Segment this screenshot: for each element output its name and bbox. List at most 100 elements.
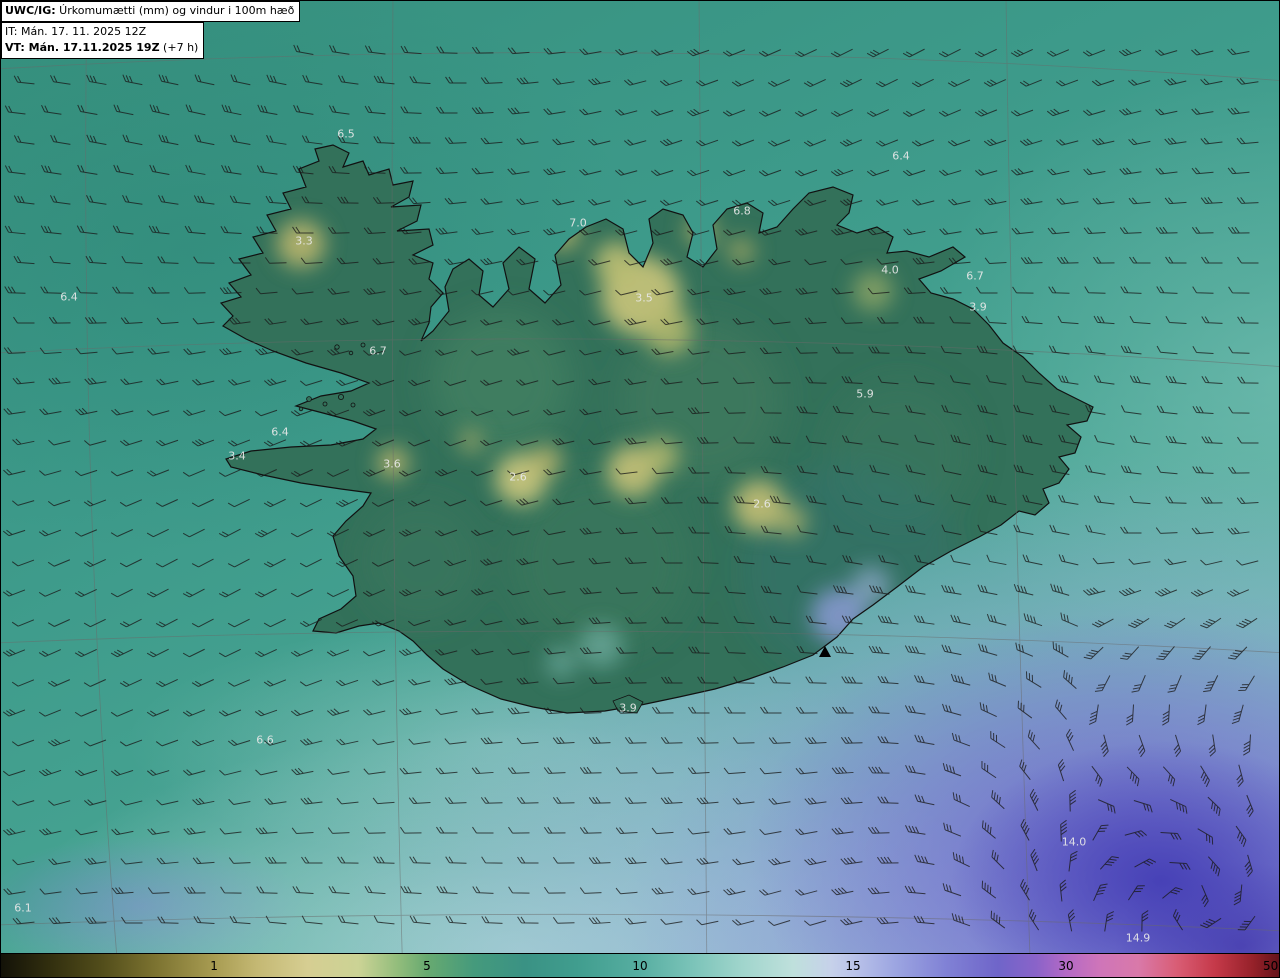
wind-barb-icon [723,348,746,355]
wind-barb-icon [301,196,323,204]
weather-map: 6.5 6.4 7.0 6.8 3.3 4.0 6.7 3.9 3.5 6.4 6.7 5.9 6.4 3… [0,0,1280,978]
wind-barb-icon [479,439,503,447]
wind-barb-icon [398,409,422,417]
wind-barb-icon [1197,828,1214,845]
wind-barb-icon [400,45,422,55]
wind-barb-icon [905,825,926,835]
wind-barb-icon [579,827,602,834]
wind-barb-icon [1085,524,1106,535]
map-title: Úrkomumætti (mm) og vindur i 100m hæð [55,4,295,17]
wind-barb-icon [155,558,178,568]
wind-barb-icon [1191,167,1214,175]
wind-barb-icon [767,79,790,87]
wind-barb-icon [759,889,782,896]
wind-barb-icon [155,499,178,507]
wind-barb-icon [147,828,170,835]
wind-barb-icon [1052,641,1069,658]
wind-barb-icon [1155,49,1178,56]
wind-barb-icon [1092,197,1115,205]
wind-barb-icon [507,589,530,596]
wind-barb-icon [731,79,755,87]
wind-barb-icon [733,436,755,444]
wind-barb-icon [149,104,170,116]
wind-barb-icon [1120,465,1142,475]
wind-barb-icon [652,646,674,654]
wind-barb-icon [986,613,1007,626]
wind-barb-icon [768,376,791,384]
wind-barb-icon [1010,109,1034,117]
wind-barb-icon [768,258,791,266]
wind-barb-icon [990,731,1006,749]
wind-barb-icon [74,588,97,598]
wind-barb-icon [192,797,215,806]
wind-barb-icon [480,678,503,685]
wind-barb-icon [182,648,205,658]
wind-barb-icon [264,378,287,386]
wind-barb-icon [759,828,782,835]
wind-barb-icon [364,45,386,55]
wind-barb-icon [191,679,214,687]
wind-barb-icon [1120,646,1140,660]
wind-barb-icon [588,856,611,864]
wind-barb-icon [299,380,323,386]
wind-barb-icon [588,617,611,625]
wind-barb-icon [336,738,359,746]
wind-barb-icon [624,676,647,684]
wind-barb-icon [1093,315,1115,325]
wind-barb-icon [803,78,826,88]
wind-barb-icon [335,679,359,687]
wind-barb-icon [183,348,206,355]
wind-barb-icon [218,528,241,538]
wind-barb-icon [797,525,818,535]
wind-barb-icon [122,134,143,146]
wind-barb-icon [911,139,935,147]
wind-barb-icon [1173,734,1182,758]
time-lines: IT: Mán. 17. 11. 2025 12Z VT: Mán. 17.11… [1,21,205,59]
wind-barb-icon [86,134,107,146]
wind-barb-icon [660,797,683,805]
wind-barb-icon [191,618,214,628]
wind-barb-icon [579,108,602,116]
wind-barb-icon [688,706,710,714]
wind-barb-icon [1156,345,1178,355]
wind-barb-icon [517,856,539,864]
wind-barb-icon [552,78,575,85]
wind-barb-icon [1020,197,1043,205]
wind-barb-icon [470,409,494,417]
wind-barb-icon [122,74,143,86]
wind-barb-icon [1200,78,1223,86]
wind-barb-icon [185,164,206,175]
wind-barb-icon [1021,315,1043,325]
wind-barb-icon [228,379,251,386]
wind-barb-icon [984,197,1007,206]
wind-barb-icon [1068,850,1078,872]
wind-barb-icon [300,257,323,265]
wind-barb-icon [408,318,431,326]
wind-barb-icon [38,589,62,597]
wind-barb-icon [804,797,827,805]
wind-barb-icon [688,586,710,594]
wind-barb-icon [588,796,611,804]
wind-barb-icon [435,167,458,175]
wind-barb-icon [650,169,674,176]
wind-barb-icon [4,165,26,175]
wind-barb-icon [1165,315,1187,325]
wind-barb-icon [182,409,206,416]
wind-barb-icon [148,286,170,294]
wind-barb-icon [516,319,539,326]
wind-barb-icon [1226,589,1250,597]
wind-barb-icon [1091,618,1114,628]
wind-barb-icon [119,678,142,688]
wind-barb-icon [480,319,503,326]
wind-barb-icon [951,732,971,747]
wind-barb-icon [398,648,422,656]
wind-barb-icon [1025,671,1042,688]
wind-barb-icon [767,920,791,926]
wind-barb-icon [337,75,359,85]
wind-barb-icon [327,708,350,716]
wind-barb-icon [769,435,791,445]
wind-barb-icon [942,763,962,777]
wind-barb-icon [228,857,251,864]
wind-barb-icon [444,738,467,745]
wind-barb-icon [976,345,998,355]
